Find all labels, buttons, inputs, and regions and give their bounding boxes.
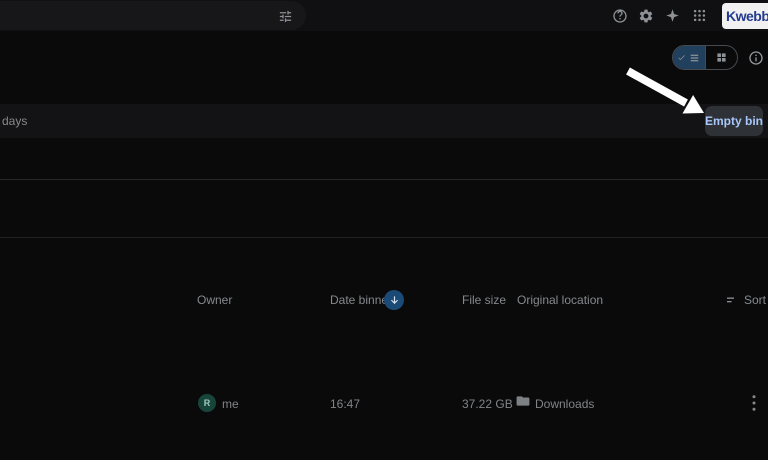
kwebbl-logo: Kwebbl [722,3,768,29]
grid-view-button[interactable] [705,46,738,69]
apps-grid-icon[interactable] [691,7,708,24]
gear-icon[interactable] [637,7,654,24]
sort-label: Sort [744,293,766,307]
list-view-icon [689,53,700,63]
owner-avatar: R [198,394,216,412]
file-size-cell: 37.22 GB [462,397,513,411]
info-icon[interactable] [747,49,764,66]
sparkle-icon[interactable] [664,7,681,24]
column-header-original-location[interactable]: Original location [517,293,603,307]
logo-text: Kwebb [726,8,768,24]
date-binned-cell: 16:47 [330,397,360,411]
sort-direction-descending-icon[interactable] [384,290,404,310]
empty-bin-button[interactable]: Empty bin [705,106,763,136]
owner-cell: me [222,397,239,411]
layout-toggle [672,45,738,70]
more-actions-icon[interactable] [745,393,763,413]
drive-bin-page: Kwebbl days Empty bin Owner Date binned [0,0,768,460]
bin-retention-banner [0,104,768,138]
tune-icon[interactable] [277,8,293,24]
check-icon [677,53,686,62]
help-icon[interactable] [611,7,628,24]
search-input[interactable] [0,1,306,30]
grid-view-icon [716,52,727,63]
bin-retention-text: days [2,114,27,128]
original-location-cell: Downloads [535,397,594,411]
sort-icon [726,296,738,305]
top-bar: Kwebbl [0,0,768,31]
sort-button[interactable]: Sort [726,293,766,307]
table-header-row: Owner Date binned File size Original loc… [0,138,768,180]
list-view-button[interactable] [673,46,705,69]
column-header-file-size[interactable]: File size [462,293,506,307]
column-header-owner[interactable]: Owner [197,293,232,307]
table-row[interactable]: R me 16:47 37.22 GB Downloads [0,181,768,238]
folder-icon [516,395,530,407]
